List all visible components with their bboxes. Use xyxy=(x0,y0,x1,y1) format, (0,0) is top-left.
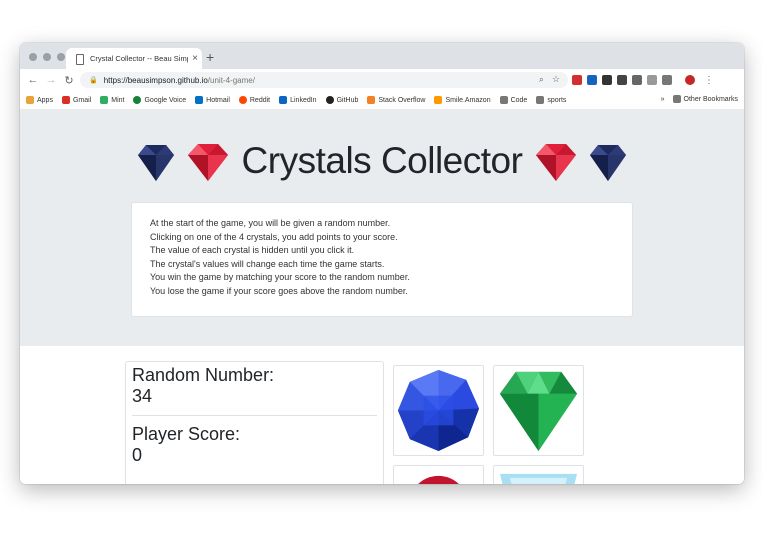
hotmail-icon xyxy=(195,96,204,104)
minimize-window-dot[interactable] xyxy=(43,53,51,61)
amazon-icon xyxy=(434,96,443,104)
hero-banner: Crystals Collector At the start of the g… xyxy=(20,109,744,346)
blue-crystal-icon xyxy=(397,369,480,452)
bookmark-google-voice[interactable]: Google Voice xyxy=(133,96,186,104)
browser-toolbar: ← → ↻ 🔒 https://beausimpson.github.io/un… xyxy=(20,69,744,91)
page-icon xyxy=(75,53,84,65)
bookmark-stack-overflow[interactable]: Stack Overflow xyxy=(367,96,425,104)
url-host: https://beausimpson.github.io xyxy=(103,75,208,85)
player-score-label: Player Score: xyxy=(132,424,241,444)
google-voice-icon xyxy=(133,96,142,104)
instructions-card: At the start of the game, you will be gi… xyxy=(131,202,633,317)
bookmark-hotmail[interactable]: Hotmail xyxy=(195,96,230,104)
crystal-red[interactable] xyxy=(393,465,484,484)
tab-strip: Crystal Collector -- Beau Simp × + xyxy=(20,43,744,69)
dark-sapphire-icon xyxy=(137,145,174,181)
extension-icon[interactable] xyxy=(587,75,597,85)
instruction-line: You win the game by matching your score … xyxy=(150,272,410,283)
instruction-line: At the start of the game, you will be gi… xyxy=(150,218,391,228)
maximize-window-dot[interactable] xyxy=(57,53,65,61)
bookmark-mint[interactable]: Mint xyxy=(100,96,124,104)
green-crystal-icon xyxy=(499,371,578,452)
close-window-dot[interactable] xyxy=(29,53,37,61)
extension-icon[interactable] xyxy=(647,75,657,85)
player-score-value: 0 xyxy=(132,445,143,465)
instruction-line: You lose the game if your score goes abo… xyxy=(150,285,408,296)
github-icon xyxy=(325,96,334,104)
gmail-icon xyxy=(61,96,70,104)
ruby-icon xyxy=(187,144,228,181)
reddit-icon xyxy=(238,96,247,104)
folder-icon xyxy=(672,95,681,103)
stack-overflow-icon xyxy=(367,96,376,104)
random-number-value: 34 xyxy=(132,386,153,406)
extensions: ⋮ xyxy=(572,72,714,88)
address-bar[interactable]: 🔒 https://beausimpson.github.io/unit-4-g… xyxy=(80,72,568,88)
extension-icon[interactable] xyxy=(602,75,612,85)
search-icon[interactable]: ⌕ xyxy=(539,74,544,85)
red-crystal-icon xyxy=(418,475,459,484)
extension-icon[interactable] xyxy=(662,75,672,85)
tab-title: Crystal Collector -- Beau Simp xyxy=(90,54,188,63)
crystal-blue[interactable] xyxy=(393,365,484,456)
crystal-green[interactable] xyxy=(493,365,584,456)
profile-avatar[interactable] xyxy=(685,75,695,85)
more-bookmarks-icon[interactable]: » xyxy=(661,96,665,103)
extension-icon[interactable] xyxy=(617,75,627,85)
bookmark-reddit[interactable]: Reddit xyxy=(238,96,270,104)
tab-active[interactable]: Crystal Collector -- Beau Simp × xyxy=(66,48,202,69)
bookmarks-bar: Apps Gmail Mint Google Voice Hotmail Red… xyxy=(20,91,744,110)
bookmark-smile-amazon[interactable]: Smile.Amazon xyxy=(434,96,491,104)
instruction-line: Clicking on one of the 4 crystals, you a… xyxy=(150,231,398,242)
new-tab-button[interactable]: + xyxy=(206,49,214,65)
bookmark-code[interactable]: Code xyxy=(499,96,527,104)
instruction-line: The crystal's values will change each ti… xyxy=(150,258,385,269)
menu-icon[interactable]: ⋮ xyxy=(704,75,714,86)
crystal-light-blue[interactable] xyxy=(493,465,584,484)
dark-sapphire-icon xyxy=(590,145,627,181)
folder-icon xyxy=(536,96,545,104)
forward-icon[interactable]: → xyxy=(42,74,60,86)
lock-icon: 🔒 xyxy=(89,77,98,84)
bookmark-gmail[interactable]: Gmail xyxy=(61,96,91,104)
extension-icon[interactable] xyxy=(572,75,582,85)
bookmark-linkedin[interactable]: LinkedIn xyxy=(279,96,317,104)
linkedin-icon xyxy=(279,96,288,104)
bookmark-github[interactable]: GitHub xyxy=(325,96,358,104)
random-number-label: Random Number: xyxy=(132,365,275,385)
apps-icon xyxy=(26,96,34,104)
star-icon[interactable]: ☆ xyxy=(552,74,560,85)
extension-icon[interactable] xyxy=(632,75,642,85)
bookmark-sports[interactable]: sports xyxy=(536,96,566,104)
page-title: Crystals Collector xyxy=(241,140,523,181)
ruby-icon xyxy=(536,144,577,181)
light-blue-crystal-icon xyxy=(499,473,578,484)
bookmark-apps[interactable]: Apps xyxy=(26,96,53,104)
back-icon[interactable]: ← xyxy=(24,74,42,86)
browser-window: Crystal Collector -- Beau Simp × + ← → ↻… xyxy=(20,43,744,484)
url-path: /unit-4-game/ xyxy=(207,75,255,85)
window-controls xyxy=(29,53,65,61)
page-content: Crystals Collector At the start of the g… xyxy=(20,109,744,484)
folder-icon xyxy=(499,96,508,104)
title-row: Crystals Collector xyxy=(20,137,744,185)
reload-icon[interactable]: ↻ xyxy=(60,74,78,87)
instruction-line: The value of each crystal is hidden unti… xyxy=(150,245,355,256)
score-card: Random Number: 34 Player Score: 0 xyxy=(125,361,384,484)
tab-close-icon[interactable]: × xyxy=(188,53,202,64)
mint-icon xyxy=(100,96,109,104)
divider xyxy=(132,415,377,416)
bookmark-other[interactable]: Other Bookmarks xyxy=(672,95,738,103)
